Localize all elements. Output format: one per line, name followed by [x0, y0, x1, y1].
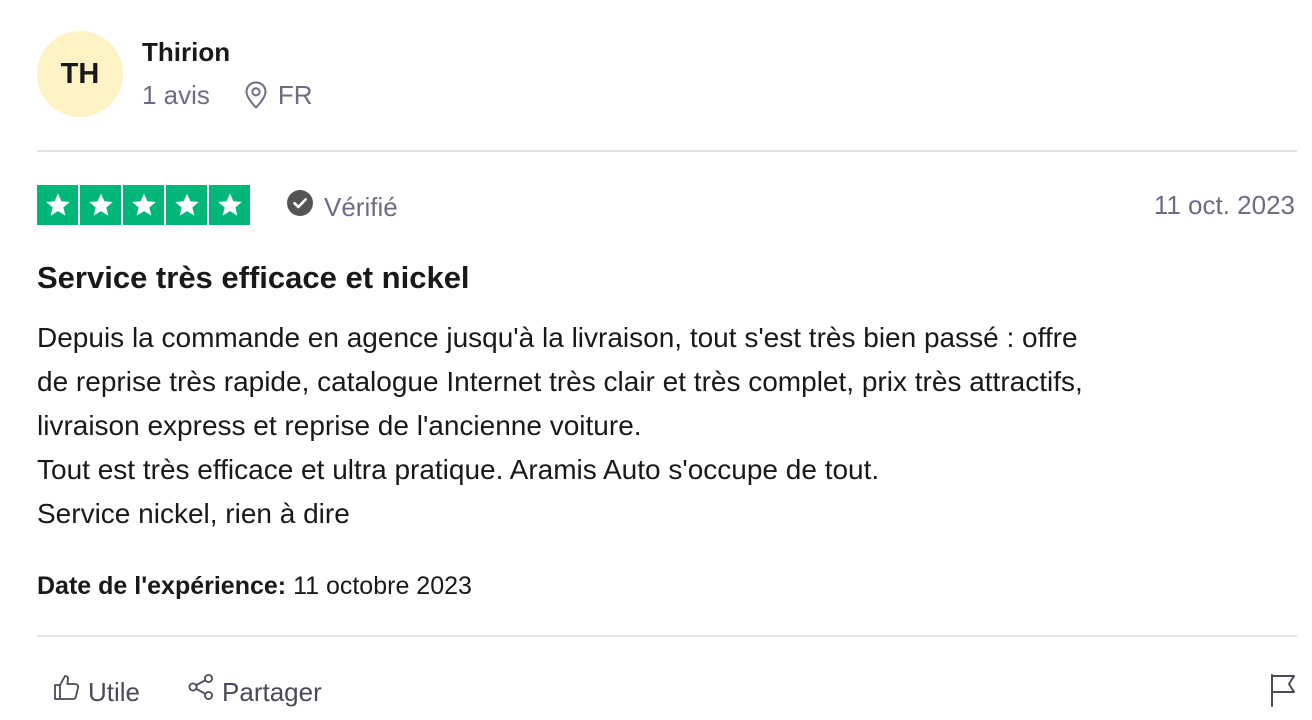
- review-actions: Utile Partager: [52, 672, 322, 711]
- avatar-initials: TH: [60, 57, 100, 90]
- flag-icon: [1268, 674, 1298, 711]
- star-icon: [166, 185, 207, 225]
- experience-date: Date de l'expérience: 11 octobre 2023: [37, 570, 472, 602]
- review-body-line: Service nickel, rien à dire: [37, 498, 350, 529]
- review-body-line: de reprise très rapide, catalogue Intern…: [37, 366, 1083, 397]
- star-icon: [80, 185, 121, 225]
- share-label: Partager: [222, 676, 322, 707]
- experience-value: 11 octobre 2023: [293, 572, 472, 600]
- report-flag-button[interactable]: [1268, 673, 1298, 712]
- star-icon: [209, 185, 250, 225]
- review-body-line: Tout est très efficace et ultra pratique…: [37, 454, 880, 485]
- review-body-line: livraison express et reprise de l'ancien…: [37, 410, 642, 441]
- share-icon: [186, 672, 216, 711]
- verified-label: Vérifié: [324, 191, 398, 222]
- star-icon: [123, 185, 164, 225]
- review-count: 1 avis: [142, 80, 210, 110]
- useful-button[interactable]: Utile: [52, 672, 140, 711]
- thumbs-up-icon: [52, 672, 82, 711]
- review-body: Depuis la commande en agence jusqu'à la …: [37, 316, 1302, 536]
- share-button[interactable]: Partager: [186, 672, 322, 711]
- author-name[interactable]: Thirion: [142, 37, 230, 67]
- star-rating: [37, 185, 250, 225]
- location-pin-icon: [244, 81, 268, 109]
- useful-label: Utile: [88, 676, 141, 707]
- review-date: 11 oct. 2023: [1153, 190, 1295, 220]
- author-country: FR: [277, 80, 313, 110]
- check-circle-icon: [286, 189, 314, 224]
- divider: [37, 150, 1297, 152]
- author-meta: 1 avis FR: [142, 79, 313, 111]
- divider: [37, 635, 1297, 637]
- review-title[interactable]: Service très efficace et nickel: [37, 258, 470, 298]
- review-body-line: Depuis la commande en agence jusqu'à la …: [37, 322, 1078, 353]
- verified-badge[interactable]: Vérifié: [286, 189, 398, 224]
- star-icon: [37, 185, 78, 225]
- avatar[interactable]: TH: [37, 31, 123, 117]
- experience-label: Date de l'expérience:: [37, 572, 287, 600]
